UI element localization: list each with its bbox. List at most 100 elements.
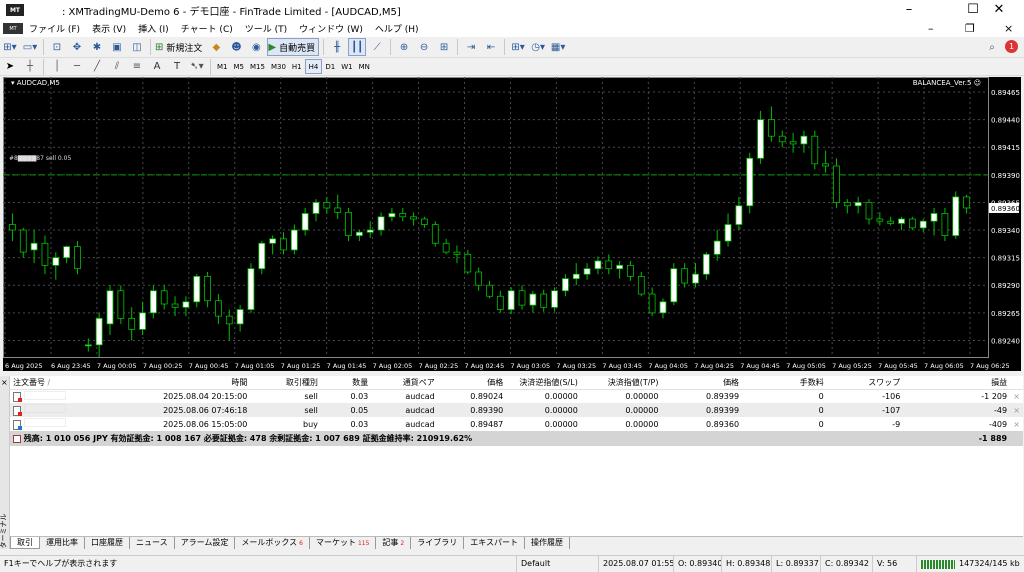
tp-cell[interactable]: 0.00000 [580, 403, 662, 417]
trendline-icon[interactable]: ╱ [88, 58, 106, 76]
candlestick-icon[interactable]: ┃┃ [348, 38, 367, 56]
sl-cell[interactable]: 0.00000 [506, 417, 581, 431]
arrows-icon[interactable]: ➷▾ [188, 58, 206, 76]
timeframe-m1[interactable]: M1 [214, 59, 231, 74]
tab-exposure[interactable]: 運用比率 [40, 537, 85, 549]
auto-trade-button[interactable]: ▶ 自動売買 [267, 38, 320, 56]
menu-chart[interactable]: チャート (C) [175, 22, 239, 35]
tester-icon[interactable]: ◫ [128, 38, 146, 56]
tab-account-history[interactable]: 口座履歴 [85, 537, 130, 549]
timeframe-m30[interactable]: M30 [268, 59, 289, 74]
col-order-id[interactable]: 注文番号 / [10, 376, 69, 390]
mdi-restore-icon[interactable]: ❐ [965, 20, 975, 37]
col-profit[interactable]: 損益 [903, 376, 1011, 390]
navigator-icon[interactable]: ✱ [88, 38, 106, 56]
bull-candle [659, 301, 667, 314]
menu-insert[interactable]: 挿入 (I) [132, 22, 175, 35]
menu-help[interactable]: ヘルプ (H) [369, 22, 425, 35]
connection-status[interactable]: 147324/145 kb [916, 556, 1020, 572]
tab-experts[interactable]: エキスパート [464, 537, 526, 549]
crosshair-icon[interactable]: ┼ [21, 58, 39, 76]
data-window-icon[interactable]: ✥ [68, 38, 86, 56]
tab-news[interactable]: ニュース [130, 537, 175, 549]
menu-file[interactable]: ファイル (F) [23, 22, 86, 35]
table-row[interactable]: 2025.08.04 20:15:00 sell 0.03 audcad 0.8… [10, 389, 1023, 403]
close-order-icon[interactable]: × [1010, 403, 1023, 417]
profiles-icon[interactable]: ▭▾ [21, 38, 39, 56]
channel-icon[interactable]: ⫽ [108, 58, 126, 76]
market-watch-icon[interactable]: ⊡ [48, 38, 66, 56]
periods-icon[interactable]: ◷▾ [529, 38, 547, 56]
chart-shift-icon[interactable]: ⇤ [482, 38, 500, 56]
meta-editor-icon[interactable]: ◆ [207, 38, 225, 56]
minimize-icon[interactable]: – [886, 0, 932, 20]
community-icon[interactable]: ☻ [227, 38, 245, 56]
close-order-icon[interactable]: × [1010, 417, 1023, 431]
alerts-badge[interactable]: 1 [1005, 40, 1018, 53]
terminal-side-tab[interactable]: × ターミナル [0, 376, 10, 549]
mdi-close-icon[interactable]: × [1004, 20, 1013, 37]
indicators-icon[interactable]: ⊞▾ [509, 38, 527, 56]
bar-chart-icon[interactable]: ╫ [328, 38, 346, 56]
zoom-in-icon[interactable]: ⊕ [395, 38, 413, 56]
cursor-icon[interactable]: ➤ [1, 58, 19, 76]
price-chart[interactable]: 0.894650.894400.894150.893900.893650.893… [3, 77, 1021, 371]
chart-canvas[interactable]: 0.894650.894400.894150.893900.893650.893… [3, 77, 1021, 371]
tab-articles[interactable]: 記事 2 [376, 537, 412, 549]
col-time[interactable]: 時間 [68, 376, 251, 390]
new-chart-icon[interactable]: ⊞▾ [1, 38, 19, 56]
close-icon[interactable]: × [1, 378, 8, 387]
text-label-icon[interactable]: T [168, 58, 186, 76]
menu-view[interactable]: 表示 (V) [86, 22, 132, 35]
document-icon[interactable]: MT [3, 23, 23, 34]
col-price[interactable]: 価格 [661, 376, 743, 390]
col-open-price[interactable]: 価格 [437, 376, 507, 390]
search-icon[interactable]: ⌕ [983, 38, 1001, 56]
col-tp[interactable]: 決済指値(T/P) [580, 376, 662, 390]
col-lots[interactable]: 数量 [320, 376, 372, 390]
tab-alerts[interactable]: アラーム設定 [175, 537, 236, 549]
mdi-minimize-icon[interactable]: – [928, 20, 934, 37]
col-sl[interactable]: 決済逆指値(S/L) [506, 376, 581, 390]
horizontal-line-icon[interactable]: ─ [68, 58, 86, 76]
tab-trade[interactable]: 取引 [10, 537, 40, 549]
tab-journal[interactable]: 操作履歴 [525, 537, 571, 549]
timeframe-m15[interactable]: M15 [247, 59, 268, 74]
timeframe-d1[interactable]: D1 [322, 59, 338, 74]
tab-market[interactable]: マーケット 115 [310, 537, 377, 549]
tp-cell[interactable]: 0.00000 [581, 389, 662, 403]
line-chart-icon[interactable]: ⟋ [368, 38, 386, 56]
tp-cell[interactable]: 0.00000 [581, 417, 662, 431]
table-row[interactable]: 2025.08.06 15:05:00 buy 0.03 audcad 0.89… [10, 417, 1023, 431]
sl-cell[interactable]: 0.00000 [506, 389, 581, 403]
new-order-button[interactable]: ⊞ 新規注文 [155, 38, 205, 56]
fibonacci-icon[interactable]: ≡ [128, 58, 146, 76]
signals-icon[interactable]: ◉ [247, 38, 265, 56]
col-symbol[interactable]: 通貨ペア [371, 376, 438, 390]
tab-mailbox[interactable]: メールボックス 6 [235, 537, 310, 549]
tile-windows-icon[interactable]: ⊞ [435, 38, 453, 56]
text-icon[interactable]: A [148, 58, 166, 76]
zoom-out-icon[interactable]: ⊖ [415, 38, 433, 56]
vertical-line-icon[interactable]: │ [48, 58, 66, 76]
close-order-icon[interactable]: × [1010, 389, 1023, 403]
auto-scroll-icon[interactable]: ⇥ [462, 38, 480, 56]
table-row[interactable]: 2025.08.06 07:46:18 sell 0.05 audcad 0.8… [10, 403, 1023, 417]
col-swap[interactable]: スワップ [826, 376, 904, 390]
tab-library[interactable]: ライブラリ [411, 537, 465, 549]
timeframe-mn[interactable]: MN [356, 59, 373, 74]
menu-window[interactable]: ウィンドウ (W) [293, 22, 369, 35]
menu-tools[interactable]: ツール (T) [239, 22, 293, 35]
auto-trade-icon: ▶ [268, 41, 277, 53]
templates-icon[interactable]: ▦▾ [549, 38, 567, 56]
profile-name[interactable]: Default [516, 556, 550, 572]
timeframe-h1[interactable]: H1 [289, 59, 305, 74]
close-icon[interactable]: ✕ [976, 0, 1022, 20]
timeframe-h4[interactable]: H4 [304, 59, 323, 74]
terminal-icon[interactable]: ▣ [108, 38, 126, 56]
sl-cell[interactable]: 0.00000 [506, 403, 581, 417]
timeframe-w1[interactable]: W1 [338, 59, 355, 74]
col-type[interactable]: 取引種別 [250, 376, 321, 390]
col-commission[interactable]: 手数料 [742, 376, 827, 390]
timeframe-m5[interactable]: M5 [231, 59, 248, 74]
